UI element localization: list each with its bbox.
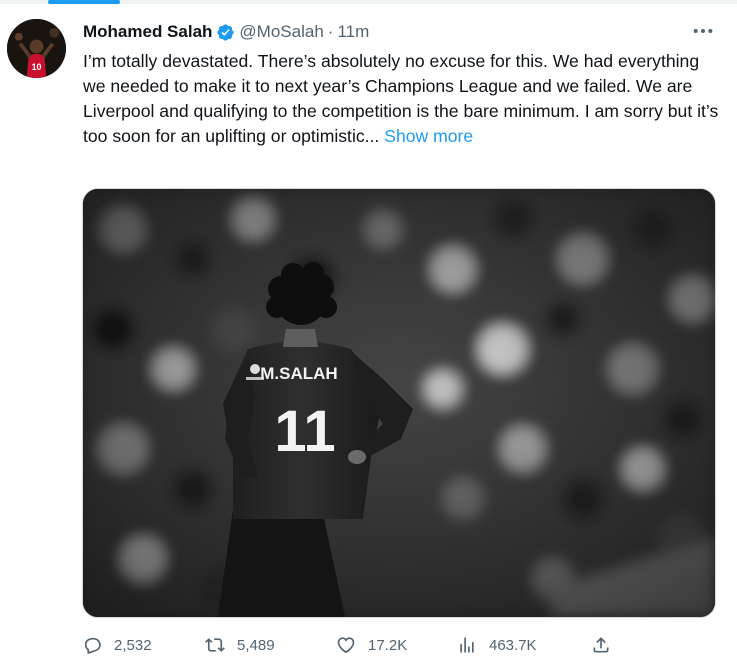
avatar-image: 10 (7, 19, 66, 78)
author-handle[interactable]: @MoSalah (239, 22, 323, 42)
tweet-timestamp[interactable]: 11m (337, 22, 369, 42)
tab-strip-divider (150, 0, 737, 1)
retweet-count: 5,489 (237, 636, 275, 654)
avatar[interactable]: 10 (7, 19, 66, 78)
jersey-number: 11 (274, 399, 335, 464)
heart-icon (336, 635, 356, 655)
active-tab-indicator (48, 0, 120, 4)
jersey-name: M.SALAH (260, 364, 337, 383)
media-photo: M.SALAH 11 (83, 189, 715, 617)
views-chart-icon (457, 635, 477, 655)
tweet-media[interactable]: M.SALAH 11 (82, 188, 716, 618)
separator-dot: · (327, 22, 334, 41)
retweet-icon (205, 635, 225, 655)
author-name[interactable]: Mohamed Salah (83, 22, 212, 42)
share-button[interactable] (591, 632, 623, 658)
tweet-header: Mohamed Salah @MoSalah · 11m (83, 20, 369, 44)
views-button[interactable]: 463.7K (457, 632, 537, 658)
more-dots-icon (693, 28, 713, 34)
like-count: 17.2K (368, 636, 408, 654)
tweet-actions: 2,532 5,489 17.2K 463.7K (82, 632, 722, 658)
show-more-link[interactable]: Show more (384, 126, 473, 146)
reply-button[interactable]: 2,532 (82, 632, 152, 658)
reply-icon (82, 635, 102, 655)
reply-count: 2,532 (114, 636, 152, 654)
verified-badge-icon (216, 23, 235, 42)
like-button[interactable]: 17.2K (336, 632, 407, 658)
retweet-button[interactable]: 5,489 (205, 632, 275, 658)
share-icon (591, 635, 611, 655)
tweet-text: I’m totally devastated. There’s absolute… (83, 49, 723, 149)
views-count: 463.7K (489, 636, 537, 654)
more-options-button[interactable] (690, 20, 716, 42)
svg-text:10: 10 (32, 62, 42, 72)
